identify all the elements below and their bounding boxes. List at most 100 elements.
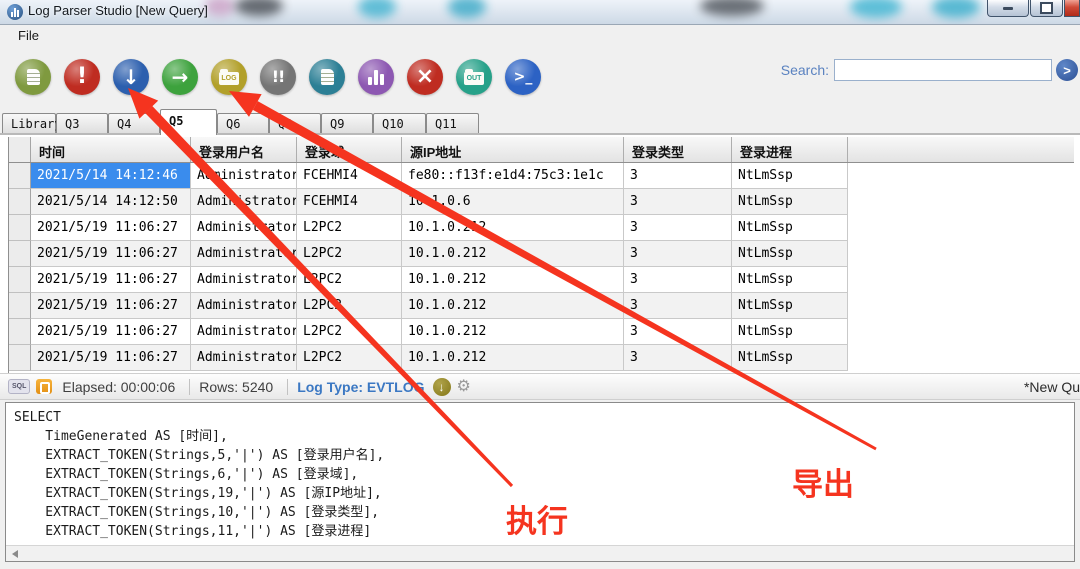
scroll-left-icon[interactable] bbox=[12, 550, 18, 558]
cancel-button[interactable]: × bbox=[407, 59, 443, 95]
output-folder-icon: OUT bbox=[464, 72, 484, 85]
export-button[interactable]: → bbox=[162, 59, 198, 95]
table-cell[interactable]: 2021/5/19 11:06:27 bbox=[31, 293, 191, 319]
output-folder-button[interactable]: OUT bbox=[456, 59, 492, 95]
tab-library[interactable]: Library bbox=[2, 113, 56, 135]
table-cell[interactable]: NtLmSsp bbox=[732, 241, 848, 267]
table-cell[interactable]: 3 bbox=[624, 293, 732, 319]
menu-file[interactable]: File bbox=[12, 27, 45, 44]
maximize-button[interactable] bbox=[1030, 0, 1063, 17]
minimize-button[interactable] bbox=[987, 0, 1029, 17]
table-cell[interactable]: 10.1.0.212 bbox=[402, 345, 624, 371]
powershell-button[interactable]: >_ bbox=[505, 59, 541, 95]
table-cell[interactable]: Administrator bbox=[191, 267, 297, 293]
column-header-登录用户名[interactable]: 登录用户名 bbox=[191, 137, 297, 162]
tab-q9[interactable]: Q9 bbox=[321, 113, 373, 135]
tab-q4[interactable]: Q4 bbox=[108, 113, 160, 135]
log-type-settings-icon[interactable]: ⚙ bbox=[457, 379, 471, 395]
tab-q3[interactable]: Q3 bbox=[56, 113, 108, 135]
table-cell[interactable]: L2PC2 bbox=[297, 241, 402, 267]
query-document-icon bbox=[321, 69, 334, 85]
table-cell[interactable]: Administrator bbox=[191, 293, 297, 319]
table-cell[interactable]: 3 bbox=[624, 319, 732, 345]
table-cell[interactable]: Administrator bbox=[191, 215, 297, 241]
table-cell[interactable]: 2021/5/19 11:06:27 bbox=[31, 241, 191, 267]
tab-q8[interactable]: Q8 bbox=[269, 113, 321, 135]
table-cell[interactable]: 2021/5/14 14:12:46 bbox=[31, 163, 191, 189]
alerts-button[interactable]: !! bbox=[260, 59, 296, 95]
table-cell[interactable]: 3 bbox=[624, 163, 732, 189]
table-cell[interactable]: L2PC2 bbox=[297, 293, 402, 319]
table-cell[interactable]: Administrator bbox=[191, 163, 297, 189]
row-header-cell[interactable] bbox=[9, 241, 31, 267]
table-cell[interactable]: FCEHMI4 bbox=[297, 189, 402, 215]
table-cell[interactable]: NtLmSsp bbox=[732, 189, 848, 215]
table-cell[interactable]: L2PC2 bbox=[297, 267, 402, 293]
titlebar-glass-blob bbox=[235, 0, 283, 16]
column-header-登录类型[interactable]: 登录类型 bbox=[624, 137, 732, 162]
table-cell[interactable]: 2021/5/19 11:06:27 bbox=[31, 345, 191, 371]
tab-q5[interactable]: Q5 bbox=[160, 109, 217, 135]
table-cell[interactable]: Administrator bbox=[191, 345, 297, 371]
table-cell[interactable]: Administrator bbox=[191, 319, 297, 345]
row-header-cell[interactable] bbox=[9, 293, 31, 319]
table-cell[interactable]: Administrator bbox=[191, 241, 297, 267]
lock-icon bbox=[36, 379, 52, 394]
table-cell[interactable]: 2021/5/19 11:06:27 bbox=[31, 215, 191, 241]
table-cell[interactable]: 3 bbox=[624, 215, 732, 241]
table-cell[interactable]: NtLmSsp bbox=[732, 293, 848, 319]
sql-line: EXTRACT_TOKEN(Strings,5,'|') AS [登录用户名], bbox=[14, 446, 1072, 465]
column-header-登录进程[interactable]: 登录进程 bbox=[732, 137, 848, 162]
sql-query-text[interactable]: SELECT TimeGenerated AS [时间], EXTRACT_TO… bbox=[14, 408, 1072, 543]
table-cell[interactable]: NtLmSsp bbox=[732, 215, 848, 241]
table-cell[interactable]: L2PC2 bbox=[297, 345, 402, 371]
table-cell[interactable]: 10.1.0.212 bbox=[402, 319, 624, 345]
table-cell[interactable]: 3 bbox=[624, 267, 732, 293]
table-cell[interactable]: NtLmSsp bbox=[732, 267, 848, 293]
search-input[interactable] bbox=[834, 59, 1052, 81]
download-button[interactable]: ↓ bbox=[113, 59, 149, 95]
tab-q6[interactable]: Q6 bbox=[217, 113, 269, 135]
column-header-登录域[interactable]: 登录域 bbox=[297, 137, 402, 162]
close-button[interactable] bbox=[1064, 0, 1080, 17]
table-cell[interactable]: 10.1.0.212 bbox=[402, 267, 624, 293]
table-cell[interactable]: 10.1.0.212 bbox=[402, 241, 624, 267]
table-cell[interactable]: 3 bbox=[624, 345, 732, 371]
table-cell[interactable]: FCEHMI4 bbox=[297, 163, 402, 189]
table-cell[interactable]: NtLmSsp bbox=[732, 163, 848, 189]
table-cell[interactable]: 2021/5/14 14:12:50 bbox=[31, 189, 191, 215]
log-type-download-icon[interactable]: ↓ bbox=[433, 378, 451, 396]
table-cell[interactable]: 2021/5/19 11:06:27 bbox=[31, 319, 191, 345]
table-cell[interactable]: Administrator bbox=[191, 189, 297, 215]
table-cell[interactable]: 10.1.0.212 bbox=[402, 293, 624, 319]
query-document-button[interactable] bbox=[309, 59, 345, 95]
search-go-button[interactable]: > bbox=[1056, 59, 1078, 81]
editor-horizontal-scrollbar[interactable] bbox=[6, 545, 1074, 561]
table-cell[interactable]: 10.1.0.6 bbox=[402, 189, 624, 215]
sql-editor[interactable]: SELECT TimeGenerated AS [时间], EXTRACT_TO… bbox=[5, 402, 1075, 562]
chart-icon bbox=[368, 70, 385, 85]
table-cell[interactable]: fe80::f13f:e1d4:75c3:1e1c bbox=[402, 163, 624, 189]
column-header-时间[interactable]: 时间 bbox=[31, 137, 191, 162]
table-cell[interactable]: 3 bbox=[624, 189, 732, 215]
chart-button[interactable] bbox=[358, 59, 394, 95]
table-cell[interactable]: 10.1.0.212 bbox=[402, 215, 624, 241]
table-cell[interactable]: L2PC2 bbox=[297, 215, 402, 241]
table-cell[interactable]: 2021/5/19 11:06:27 bbox=[31, 267, 191, 293]
new-query-button[interactable] bbox=[15, 59, 51, 95]
table-cell[interactable]: NtLmSsp bbox=[732, 319, 848, 345]
row-header-cell[interactable] bbox=[9, 163, 31, 189]
tab-q10[interactable]: Q10 bbox=[373, 113, 426, 135]
column-header-源IP地址[interactable]: 源IP地址 bbox=[402, 137, 624, 162]
open-log-folder-button[interactable]: LOG bbox=[211, 59, 247, 95]
execute-query-button[interactable]: ! bbox=[64, 59, 100, 95]
row-header-cell[interactable] bbox=[9, 319, 31, 345]
row-header-cell[interactable] bbox=[9, 267, 31, 293]
table-cell[interactable]: 3 bbox=[624, 241, 732, 267]
table-cell[interactable]: L2PC2 bbox=[297, 319, 402, 345]
row-header-cell[interactable] bbox=[9, 345, 31, 371]
row-header-cell[interactable] bbox=[9, 189, 31, 215]
row-header-cell[interactable] bbox=[9, 215, 31, 241]
tab-q11[interactable]: Q11 bbox=[426, 113, 479, 135]
table-cell[interactable]: NtLmSsp bbox=[732, 345, 848, 371]
